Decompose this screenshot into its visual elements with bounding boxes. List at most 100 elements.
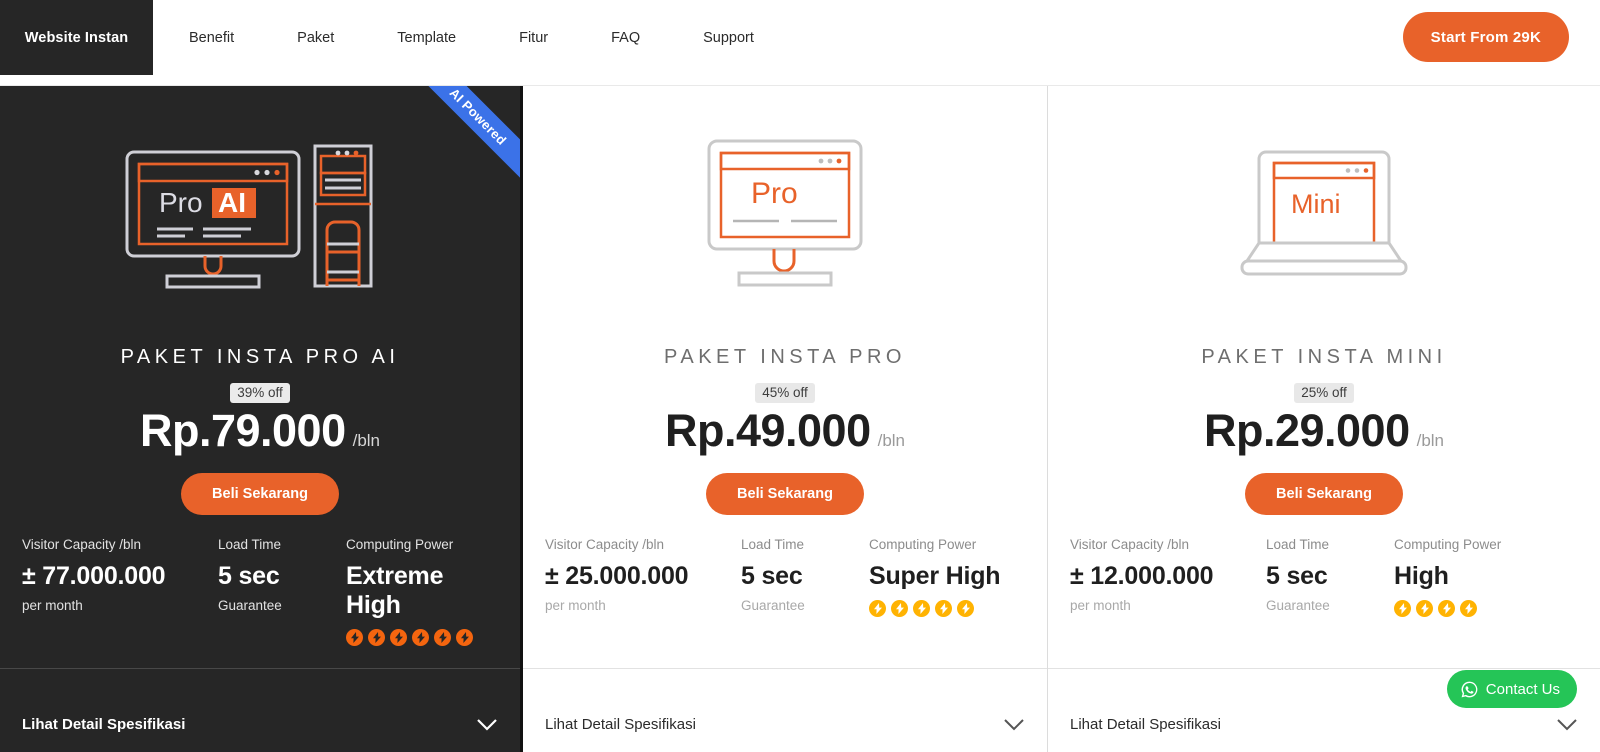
detail-toggle-row[interactable]: Lihat Detail Spesifikasi (523, 668, 1047, 752)
power-bolt-icon (346, 629, 363, 646)
spec-label: Load Time (218, 537, 282, 552)
package-title: PAKET INSTA PRO AI (120, 346, 400, 368)
power-bolt-icon (1460, 600, 1477, 617)
spec-load-time: Load Time 5 sec Guarantee (741, 537, 869, 617)
power-level-bolts (346, 629, 498, 646)
nav-item-template[interactable]: Template (397, 30, 456, 46)
svg-text:Pro: Pro (751, 177, 798, 210)
power-level-bolts (1394, 600, 1578, 617)
nav-item-faq[interactable]: FAQ (611, 30, 640, 46)
spec-sub: per month (545, 598, 606, 613)
specs-row: Visitor Capacity /bln ± 77.000.000 per m… (0, 537, 520, 646)
spec-label: Computing Power (869, 537, 977, 552)
spec-label: Load Time (741, 537, 805, 552)
spec-visitor-capacity: Visitor Capacity /bln ± 25.000.000 per m… (545, 537, 741, 617)
power-bolt-icon (869, 600, 886, 617)
detail-toggle-row[interactable]: Lihat Detail Spesifikasi (0, 668, 520, 752)
spec-value: ± 25.000.000 (545, 562, 689, 590)
power-bolt-icon (891, 600, 908, 617)
price-value: Rp.79.000 (139, 405, 346, 456)
discount-badge-wrap: 45% off (523, 383, 1047, 403)
buy-button-wrap: Beli Sekarang (1048, 473, 1600, 515)
chevron-down-icon (1004, 719, 1024, 731)
spec-visitor-capacity: Visitor Capacity /bln ± 12.000.000 per m… (1070, 537, 1266, 617)
brand-logo[interactable]: Website Instan (0, 0, 153, 75)
start-from-button[interactable]: Start From 29K (1402, 12, 1569, 62)
price-row: Rp.49.000/bln (523, 405, 1047, 457)
specs-row: Visitor Capacity /bln ± 12.000.000 per m… (1048, 537, 1600, 617)
spec-value: ± 12.000.000 (1070, 562, 1214, 590)
discount-badge-wrap: 25% off (1048, 383, 1600, 403)
power-bolt-icon (368, 629, 385, 646)
whatsapp-contact-button[interactable]: Contact Us (1446, 670, 1577, 708)
pricing-card-mini: Mini PAKET INSTA MINI 25% off Rp.29.000/… (1048, 86, 1600, 752)
illustration-monitor-tower-proai: Pro AI (0, 86, 520, 346)
discount-badge: 45% off (755, 383, 815, 403)
spec-sub: Guarantee (218, 598, 282, 613)
power-bolt-icon (1416, 600, 1433, 617)
power-bolt-icon (456, 629, 473, 646)
spec-computing-power: Computing Power Extreme High (346, 537, 498, 646)
spec-value: Super High (869, 562, 1001, 590)
spec-sub: Guarantee (741, 598, 805, 613)
spec-label: Computing Power (346, 537, 454, 552)
power-bolt-icon (434, 629, 451, 646)
spec-value: 5 sec (741, 562, 803, 590)
chevron-down-icon (477, 719, 497, 731)
pricing-card-pro: Pro PAKET INSTA PRO 45% off Rp.49.000/bl… (523, 86, 1048, 752)
spec-value: Extreme High (346, 562, 444, 619)
price-value: Rp.49.000 (664, 405, 871, 456)
discount-badge: 25% off (1294, 383, 1354, 403)
power-bolt-icon (935, 600, 952, 617)
price-row: Rp.29.000/bln (1048, 405, 1600, 457)
svg-text:Mini: Mini (1291, 189, 1341, 219)
power-bolt-icon (913, 600, 930, 617)
power-bolt-icon (412, 629, 429, 646)
detail-toggle-label: Lihat Detail Spesifikasi (22, 716, 186, 733)
chevron-down-icon (1557, 719, 1577, 731)
power-bolt-icon (390, 629, 407, 646)
nav-item-paket[interactable]: Paket (297, 30, 334, 46)
power-bolt-icon (1438, 600, 1455, 617)
top-navbar: Website Instan Benefit Paket Template Fi… (0, 0, 1600, 86)
spec-label: Visitor Capacity /bln (22, 537, 142, 552)
price-period: /bln (877, 431, 906, 450)
whatsapp-label: Contact Us (1485, 680, 1560, 698)
buy-now-button[interactable]: Beli Sekarang (706, 473, 864, 515)
detail-toggle-label: Lihat Detail Spesifikasi (545, 716, 696, 733)
nav-item-support[interactable]: Support (703, 30, 754, 46)
spec-computing-power: Computing Power Super High (869, 537, 1025, 617)
discount-badge: 39% off (230, 383, 290, 403)
price-row: Rp.79.000/bln (0, 405, 520, 457)
package-title: PAKET INSTA PRO (664, 346, 906, 368)
buy-now-button[interactable]: Beli Sekarang (181, 473, 339, 515)
spec-sub: Guarantee (1266, 598, 1330, 613)
nav-links: Benefit Paket Template Fitur FAQ Support (189, 0, 817, 75)
nav-item-fitur[interactable]: Fitur (519, 30, 548, 46)
price-period: /bln (1416, 431, 1445, 450)
nav-item-benefit[interactable]: Benefit (189, 30, 234, 46)
spec-label: Visitor Capacity /bln (545, 537, 665, 552)
whatsapp-icon (1461, 681, 1478, 697)
spec-sub: per month (1070, 598, 1131, 613)
spec-value: High (1394, 562, 1449, 590)
illustration-laptop-mini: Mini (1048, 86, 1600, 346)
spec-computing-power: Computing Power High (1394, 537, 1578, 617)
specs-row: Visitor Capacity /bln ± 25.000.000 per m… (523, 537, 1047, 617)
pricing-cards-row: AI Powered Pro AI PAKET INSTA PRO AI 39%… (0, 86, 1600, 752)
spec-label: Computing Power (1394, 537, 1502, 552)
buy-now-button[interactable]: Beli Sekarang (1245, 473, 1403, 515)
discount-badge-wrap: 39% off (0, 383, 520, 403)
svg-text:AI: AI (218, 187, 246, 218)
price-value: Rp.29.000 (1203, 405, 1410, 456)
power-bolt-icon (957, 600, 974, 617)
pricing-card-pro-ai: AI Powered Pro AI PAKET INSTA PRO AI 39%… (0, 86, 523, 752)
spec-label: Visitor Capacity /bln (1070, 537, 1190, 552)
power-level-bolts (869, 600, 1025, 617)
buy-button-wrap: Beli Sekarang (0, 473, 520, 515)
spec-label: Load Time (1266, 537, 1330, 552)
power-bolt-icon (1394, 600, 1411, 617)
svg-text:Pro: Pro (159, 187, 203, 218)
spec-visitor-capacity: Visitor Capacity /bln ± 77.000.000 per m… (22, 537, 218, 646)
price-period: /bln (352, 431, 381, 450)
